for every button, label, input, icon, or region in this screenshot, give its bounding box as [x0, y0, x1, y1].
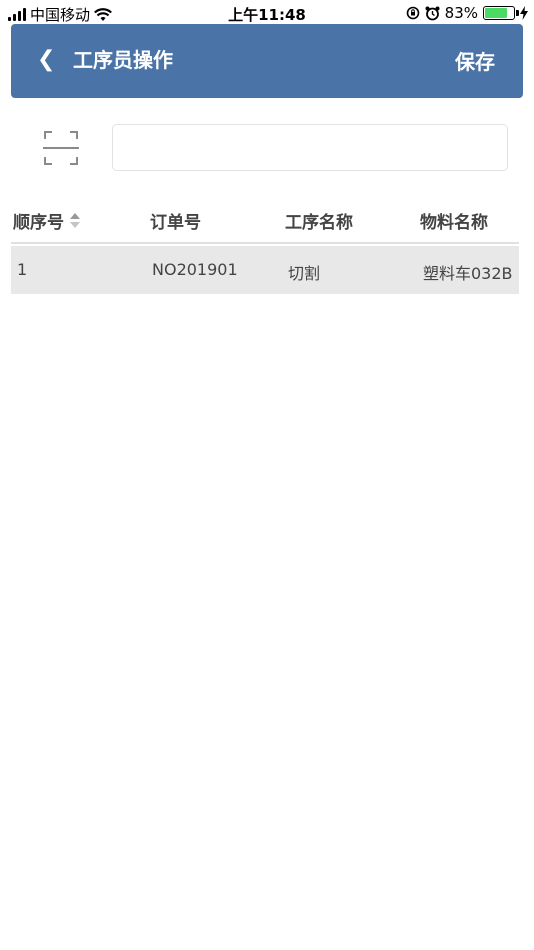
alarm-icon [425, 6, 440, 20]
chevron-left-icon[interactable]: ❮ [37, 46, 55, 74]
scan-input-box[interactable] [112, 124, 508, 171]
charging-icon [520, 6, 528, 20]
status-bar: 中国移动 上午11:48 83% [0, 0, 534, 26]
column-header-material: 物料名称 [420, 213, 488, 233]
table-row[interactable]: 1 NO201901 切割 塑料车032B [11, 246, 519, 294]
battery-percent: 83% [444, 4, 478, 22]
page-title: 工序员操作 [73, 48, 173, 72]
save-button[interactable]: 保存 [455, 48, 495, 76]
rotation-lock-icon [406, 6, 419, 20]
cell-order: NO201901 [152, 260, 238, 279]
app-header: ❮ 工序员操作 保存 [11, 24, 523, 98]
cell-process: 切割 [288, 264, 321, 283]
column-header-process: 工序名称 [285, 213, 353, 233]
scan-input[interactable] [113, 125, 507, 170]
cell-sequence: 1 [17, 260, 28, 279]
cell-material: 塑料车032B [423, 264, 513, 283]
column-header-sequence[interactable]: 顺序号 [13, 208, 80, 233]
battery-icon [483, 6, 519, 20]
scan-icon[interactable] [43, 130, 79, 166]
sort-icon[interactable] [70, 213, 80, 229]
table-header: 顺序号 订单号 工序名称 物料名称 [11, 198, 519, 244]
column-header-order: 订单号 [150, 213, 201, 233]
